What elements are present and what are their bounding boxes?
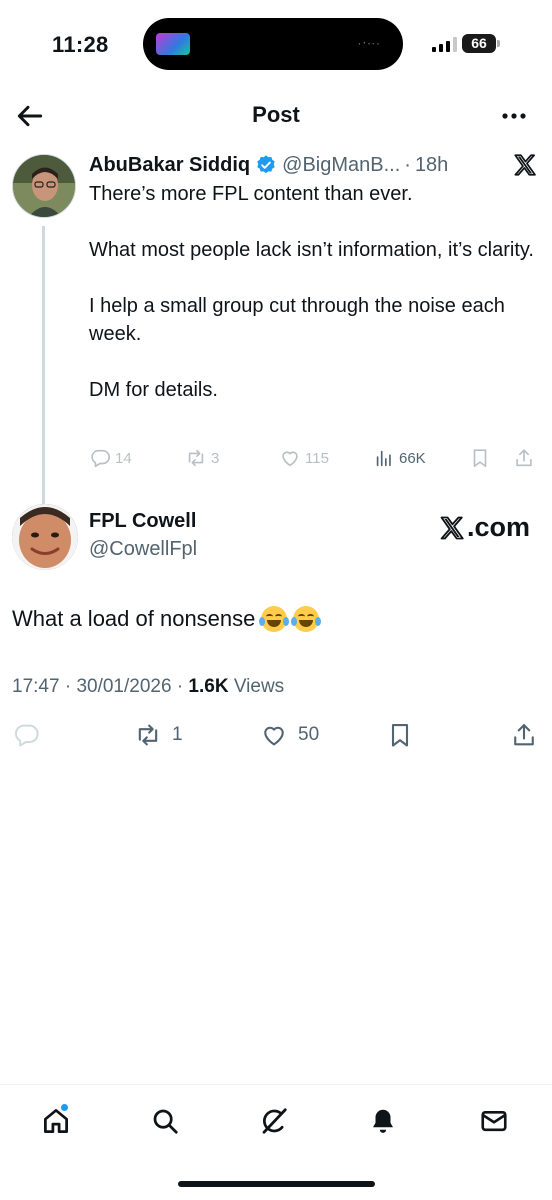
post-age: 18h (414, 153, 449, 176)
nav-notifications[interactable] (365, 1103, 401, 1139)
heart-icon (264, 726, 284, 746)
views-button[interactable]: 66K (373, 444, 426, 472)
post-paragraph: What most people lack isn’t information,… (89, 239, 534, 261)
nav-search[interactable] (147, 1103, 183, 1139)
parent-post-header: AbuBakar Siddiq @BigManB... · 18h (89, 150, 489, 180)
post-time[interactable]: 17:47 (12, 676, 60, 697)
author-handle[interactable]: @CowellFpl (89, 538, 197, 561)
author-name[interactable]: FPL Cowell (89, 510, 196, 533)
profile-photo (13, 155, 75, 217)
watermark-text: .com (466, 512, 530, 542)
battery-cap (497, 40, 500, 47)
page-title: Post (252, 102, 300, 127)
post-paragraph: I help a small group cut through the noi… (89, 295, 505, 345)
reply-icon (91, 449, 110, 468)
like-button[interactable]: 115 (279, 444, 329, 472)
reply-button[interactable] (12, 718, 40, 752)
bookmark-button[interactable] (386, 718, 414, 752)
verified-badge-icon (257, 155, 275, 174)
reply-button[interactable]: 14 (89, 444, 132, 472)
battery-indicator: 66 (462, 34, 496, 53)
post-paragraph: There’s more FPL content than ever. (89, 183, 413, 205)
nav-home[interactable] (38, 1103, 74, 1139)
meta-separator: · (176, 676, 184, 697)
post-body: What a load of nonsense (12, 606, 256, 631)
analytics-icon (376, 450, 391, 467)
repost-button[interactable]: 3 (185, 444, 219, 472)
post-date[interactable]: 30/01/2026 (76, 676, 171, 697)
nav-messages[interactable] (476, 1103, 512, 1139)
cellular-signal-icon (432, 36, 457, 52)
parent-post-actions: 14 3 115 66K (89, 444, 545, 474)
parent-post-text: There’s more FPL content than ever. What… (89, 180, 539, 432)
messages-icon (481, 1110, 507, 1132)
repost-count: 3 (211, 449, 220, 467)
like-count: 50 (298, 724, 320, 745)
post-metadata: 17:47 · 30/01/2026 · 1.6K Views (12, 676, 284, 698)
repost-count: 1 (172, 724, 183, 745)
repost-button[interactable]: 1 (134, 718, 183, 752)
grok-icon (262, 1108, 287, 1134)
like-count: 115 (305, 449, 329, 467)
heart-icon (282, 451, 298, 467)
bookmark-button[interactable] (469, 444, 491, 472)
reply-count: 14 (115, 449, 132, 467)
avatar[interactable] (12, 154, 76, 218)
audio-wave-icon: ·‧∙∙· (357, 36, 381, 50)
more-horizontal-icon (502, 113, 526, 119)
home-indicator[interactable] (178, 1181, 375, 1187)
avatar[interactable] (12, 504, 78, 570)
share-icon (514, 724, 534, 746)
main-post-text: What a load of nonsense (12, 606, 322, 632)
search-icon (153, 1109, 178, 1134)
tears-of-joy-emoji-icon (259, 606, 290, 632)
author-name[interactable]: AbuBakar Siddiq (89, 154, 250, 177)
more-options-button[interactable] (498, 102, 530, 130)
author-handle[interactable]: @BigManB... (282, 154, 400, 177)
notifications-icon (373, 1109, 393, 1133)
dynamic-island: ·‧∙∙· (143, 18, 403, 70)
like-button[interactable]: 50 (260, 718, 319, 752)
x-logo-icon (440, 516, 464, 539)
notification-dot (60, 1103, 69, 1112)
meta-separator: · (64, 676, 72, 697)
repost-icon (188, 449, 204, 467)
x-logo-icon (514, 154, 536, 176)
post-header: Post (0, 96, 552, 136)
views-count: 1.6K (188, 676, 229, 697)
share-icon (516, 449, 532, 467)
status-time: 11:28 (52, 32, 109, 57)
x-com-watermark: .com (438, 512, 530, 543)
bookmark-icon (473, 449, 487, 468)
status-bar: 11:28 ·‧∙∙· 66 (0, 0, 552, 90)
post-paragraph: DM for details. (89, 379, 218, 401)
bookmark-icon (391, 724, 409, 747)
profile-photo (12, 504, 78, 570)
repost-icon (138, 724, 158, 746)
tears-of-joy-emoji-icon (291, 606, 322, 632)
share-button[interactable] (513, 444, 535, 472)
share-button[interactable] (510, 718, 538, 752)
now-playing-thumbnail (156, 33, 190, 55)
main-post-actions: 1 50 (0, 718, 552, 752)
nav-grok[interactable] (256, 1103, 292, 1139)
view-count: 66K (399, 449, 426, 467)
reply-icon (14, 724, 39, 747)
meta-separator: · (404, 153, 411, 176)
views-label: Views (233, 676, 285, 697)
